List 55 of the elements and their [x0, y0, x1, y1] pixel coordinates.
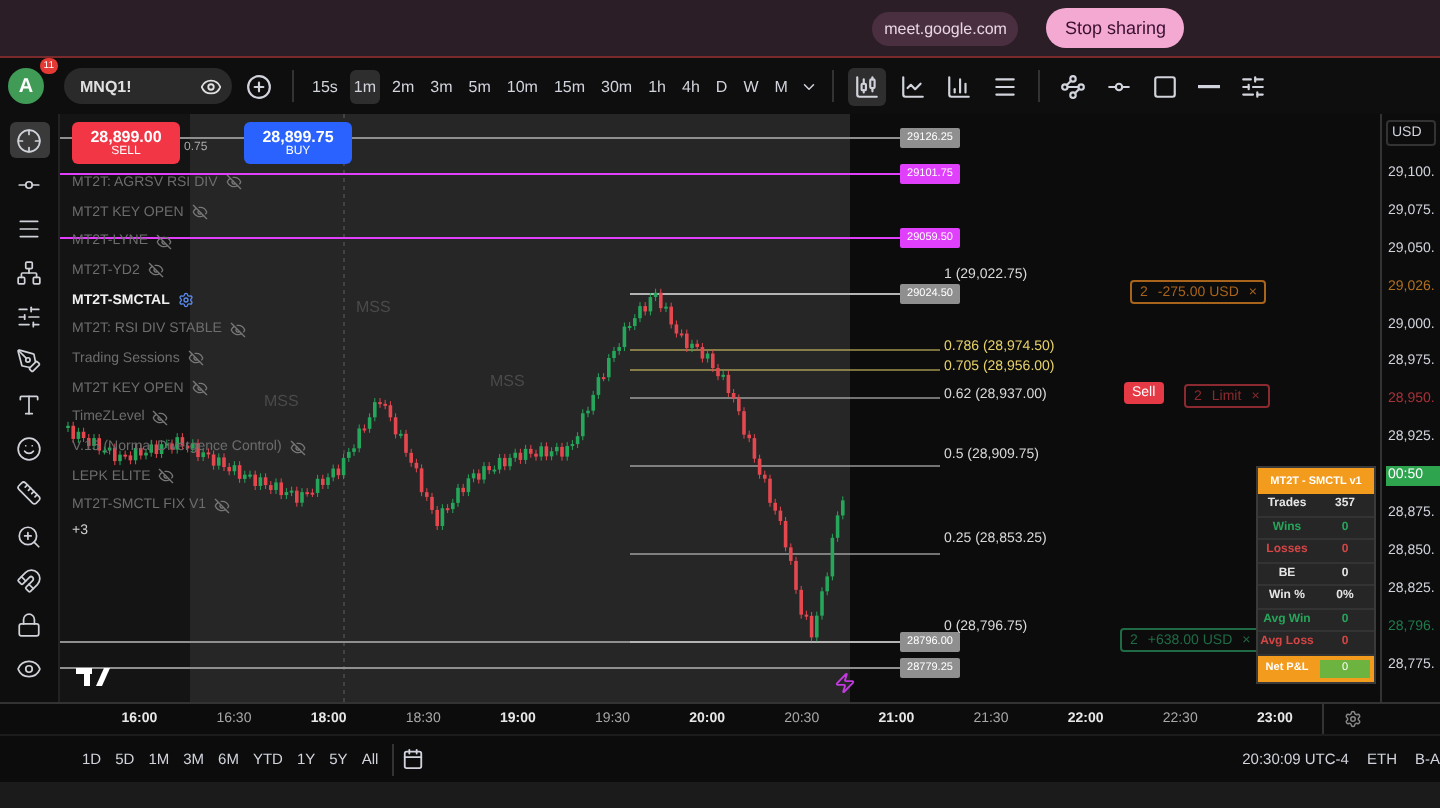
lines-icon	[991, 73, 1018, 99]
eye-off-icon[interactable]	[152, 409, 169, 426]
candlestick-icon	[853, 73, 880, 99]
interval-tab[interactable]: W	[739, 69, 763, 103]
lightning-icon[interactable]	[834, 672, 856, 694]
interval-tab[interactable]: 15s	[308, 69, 342, 103]
pen-icon	[16, 347, 42, 373]
sliders-icon	[1239, 73, 1266, 99]
eye-off-icon[interactable]	[225, 174, 242, 191]
interval-tab[interactable]: 3m	[426, 69, 457, 103]
bar-chart-icon	[945, 73, 972, 99]
lock-icon	[16, 611, 42, 637]
horizontal-line-icon	[1197, 83, 1220, 89]
tradingview-logo	[76, 668, 110, 686]
settings-icon[interactable]	[1343, 710, 1361, 728]
interval-tab[interactable]: 15m	[549, 69, 590, 103]
magnet-icon	[16, 567, 42, 593]
stop-sharing-button[interactable]: Stop sharing	[1046, 8, 1184, 48]
square-icon	[1151, 73, 1178, 99]
tool-button[interactable]	[9, 122, 49, 158]
pattern-icon	[16, 259, 42, 285]
interval-tab[interactable]: 1m	[349, 69, 381, 103]
eye-off-icon[interactable]	[214, 497, 231, 514]
lines-icon	[16, 215, 42, 241]
ruler-icon	[16, 479, 42, 505]
eye-off-icon[interactable]	[147, 262, 164, 279]
interval-tab[interactable]: 2m	[388, 69, 419, 103]
calendar-icon[interactable]	[402, 748, 425, 770]
smiley-icon	[16, 435, 42, 461]
symbol-search[interactable]: MNQ1!	[64, 68, 232, 104]
eye-icon	[16, 655, 42, 681]
eye-off-icon[interactable]	[158, 468, 175, 485]
crosshair-icon	[16, 127, 42, 153]
eye-off-icon[interactable]	[191, 380, 208, 397]
zoom-in-icon	[16, 523, 42, 549]
eye-off-icon[interactable]	[289, 439, 306, 456]
eye-icon	[200, 75, 222, 97]
interval-tab[interactable]: M	[770, 69, 792, 103]
interval-tab[interactable]: 1h	[644, 69, 670, 103]
eye-off-icon[interactable]	[229, 321, 246, 338]
eye-off-icon[interactable]	[187, 350, 204, 367]
interval-tab[interactable]: 4h	[678, 69, 704, 103]
eye-off-icon[interactable]	[191, 204, 208, 221]
sliders-icon	[16, 303, 42, 329]
candlestick-chart-button[interactable]	[847, 67, 886, 105]
settings-icon[interactable]	[177, 292, 194, 309]
interval-tab[interactable]: 5m	[464, 69, 495, 103]
text-icon	[16, 391, 42, 417]
interval-tab[interactable]: D	[711, 69, 732, 103]
line-chart-icon	[899, 73, 926, 99]
waypoints-icon	[1059, 73, 1086, 99]
site-badge: meet.google.com	[872, 11, 1019, 45]
eye-off-icon[interactable]	[156, 233, 172, 250]
interval-tab[interactable]: 30m	[597, 69, 637, 103]
interval-tab[interactable]: 10m	[502, 69, 542, 103]
